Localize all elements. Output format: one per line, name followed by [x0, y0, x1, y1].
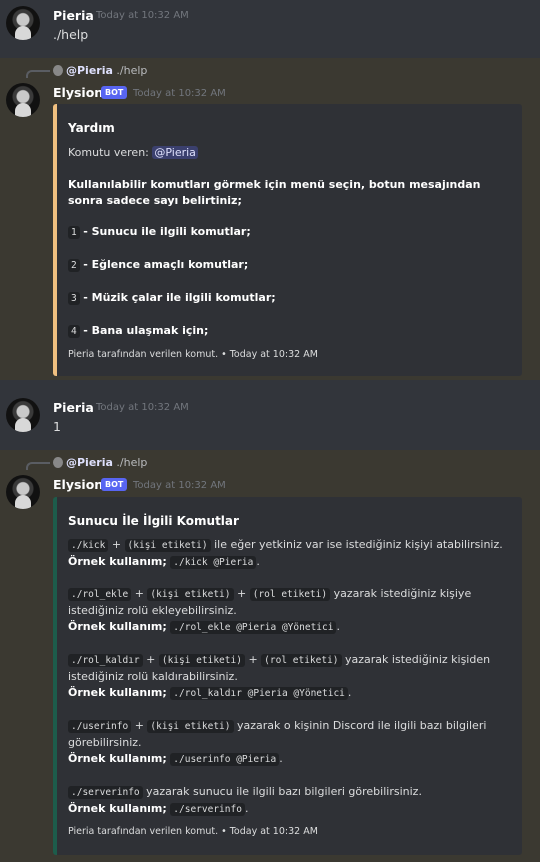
example-label: Örnek kullanım;	[68, 555, 167, 568]
message-elysion-server-commands[interactable]: @Pieria ./help Elysion BOT Today at 10:3…	[0, 450, 540, 862]
command-code: ./userinfo	[68, 720, 132, 733]
command-code: ./kick	[68, 539, 109, 552]
example-label: Örnek kullanım;	[68, 802, 167, 815]
argument-code: (rol etiketi)	[261, 654, 342, 667]
reply-text: ./help	[116, 64, 148, 77]
author-name[interactable]: Pieria	[53, 400, 94, 415]
message-content: ./help	[53, 27, 89, 42]
reply-connector	[26, 70, 50, 78]
argument-code: (rol etiketi)	[249, 588, 331, 601]
embed-title: Sunucu İle İlgili Komutlar	[68, 514, 239, 528]
plus-sign: +	[111, 538, 122, 551]
server-commands-embed: Sunucu İle İlgili Komutlar ./kick + (kiş…	[53, 497, 522, 855]
command-rol-kaldir: ./rol_kaldır + (kişi etiketi) + (rol eti…	[68, 653, 491, 700]
menu-item-number: 3	[68, 292, 80, 305]
menu-item-label: - Sunucu ile ilgili komutlar;	[83, 225, 251, 238]
requested-by-label: Komutu veren:	[68, 146, 149, 159]
command-description: yazarak istediğiniz kişiye	[333, 587, 472, 600]
avatar[interactable]	[6, 83, 40, 117]
message-timestamp: Today at 10:32 AM	[96, 10, 189, 21]
command-serverinfo: ./serverinfo yazarak sunucu ile ilgili b…	[68, 785, 422, 816]
example-label: Örnek kullanım;	[68, 620, 167, 633]
command-kick: ./kick + (kişi etiketi) ile eğer yetkini…	[68, 538, 503, 569]
bot-badge: BOT	[101, 86, 128, 99]
menu-item: 1 - Sunucu ile ilgili komutlar;	[68, 224, 512, 241]
avatar[interactable]	[6, 6, 40, 40]
menu-item-label: - Bana ulaşmak için;	[83, 324, 209, 337]
plus-sign: +	[146, 653, 156, 666]
menu-item-number: 2	[68, 259, 80, 272]
menu-item: 3 - Müzik çalar ile ilgili komutlar;	[68, 290, 512, 307]
menu-item-label: - Müzik çalar ile ilgili komutlar;	[83, 291, 276, 304]
example-code: ./serverinfo	[170, 803, 245, 816]
embed-instructions: Kullanılabilir komutları görmek için men…	[68, 177, 512, 209]
example-label: Örnek kullanım;	[68, 752, 167, 765]
message-timestamp: Today at 10:32 AM	[133, 88, 226, 99]
example-code: ./rol_ekle @Pieria @Yönetici	[170, 621, 337, 634]
reply-connector	[26, 462, 50, 470]
command-description-cont: istediğiniz rolü kaldırabilirsiniz.	[68, 670, 238, 683]
avatar[interactable]	[6, 398, 40, 432]
reply-text: ./help	[116, 456, 148, 469]
bot-badge: BOT	[101, 478, 128, 491]
command-description: yazarak sunucu ile ilgili bazı bilgileri…	[146, 785, 422, 798]
command-description: yazarak o kişinin Discord ile ilgili baz…	[237, 719, 487, 732]
avatar[interactable]	[6, 475, 40, 509]
command-description-cont: görebilirsiniz.	[68, 736, 142, 749]
message-content: 1	[53, 419, 61, 434]
menu-item-number: 4	[68, 325, 80, 338]
requested-by: Komutu veren: @Pieria	[68, 145, 512, 161]
command-code: ./serverinfo	[68, 786, 143, 799]
plus-sign: +	[134, 587, 144, 600]
argument-code: (kişi etiketi)	[147, 720, 234, 733]
menu-item: 2 - Eğlence amaçlı komutlar;	[68, 257, 512, 274]
plus-sign: +	[237, 587, 247, 600]
command-code: ./rol_kaldır	[68, 654, 143, 667]
command-userinfo: ./userinfo + (kişi etiketi) yazarak o ki…	[68, 719, 487, 766]
embed-title: Yardım	[68, 121, 115, 135]
message-timestamp: Today at 10:32 AM	[96, 402, 189, 413]
reply-avatar	[53, 65, 63, 76]
message-timestamp: Today at 10:32 AM	[133, 480, 226, 491]
example-code: ./rol_kaldır @Pieria @Yönetici	[170, 687, 348, 700]
message-pieria-help[interactable]: Pieria Today at 10:32 AM ./help	[0, 0, 540, 58]
reply-mention[interactable]: @Pieria	[66, 456, 113, 469]
embed-footer: Pieria tarafından verilen komut. • Today…	[68, 826, 318, 837]
plus-sign: +	[248, 653, 258, 666]
command-description: ile eğer yetkiniz var ise istediğiniz ki…	[214, 538, 503, 551]
author-name[interactable]: Elysion	[53, 477, 103, 492]
argument-code: (kişi etiketi)	[147, 588, 234, 601]
command-description-cont: istediğiniz rolü ekleyebilirsiniz.	[68, 604, 237, 617]
menu-item-number: 1	[68, 226, 80, 239]
reply-preview[interactable]: @Pieria ./help	[53, 64, 147, 77]
message-elysion-help[interactable]: @Pieria ./help Elysion BOT Today at 10:3…	[0, 58, 540, 380]
help-embed: Yardım Komutu veren: @Pieria Kullanılabi…	[53, 104, 522, 376]
reply-preview[interactable]: @Pieria ./help	[53, 456, 147, 469]
example-code: ./kick @Pieria	[170, 556, 257, 569]
plus-sign: +	[134, 719, 144, 732]
instructions-text: Kullanılabilir komutları görmek için men…	[68, 178, 481, 207]
requested-by-mention[interactable]: @Pieria	[152, 146, 198, 159]
reply-avatar	[53, 457, 63, 468]
embed-footer: Pieria tarafından verilen komut. • Today…	[68, 349, 318, 360]
argument-code: (kişi etiketi)	[158, 654, 245, 667]
command-rol-ekle: ./rol_ekle + (kişi etiketi) + (rol etike…	[68, 587, 472, 634]
menu-item: 4 - Bana ulaşmak için;	[68, 323, 512, 340]
example-code: ./userinfo @Pieria	[170, 753, 280, 766]
argument-code: (kişi etiketi)	[124, 539, 211, 552]
command-description: yazarak istediğiniz kişiden	[345, 653, 491, 666]
reply-mention[interactable]: @Pieria	[66, 64, 113, 77]
command-code: ./rol_ekle	[68, 588, 132, 601]
menu-item-label: - Eğlence amaçlı komutlar;	[83, 258, 249, 271]
example-label: Örnek kullanım;	[68, 686, 167, 699]
author-name[interactable]: Elysion	[53, 85, 103, 100]
author-name[interactable]: Pieria	[53, 8, 94, 23]
message-pieria-1[interactable]: Pieria Today at 10:32 AM 1	[0, 380, 540, 450]
